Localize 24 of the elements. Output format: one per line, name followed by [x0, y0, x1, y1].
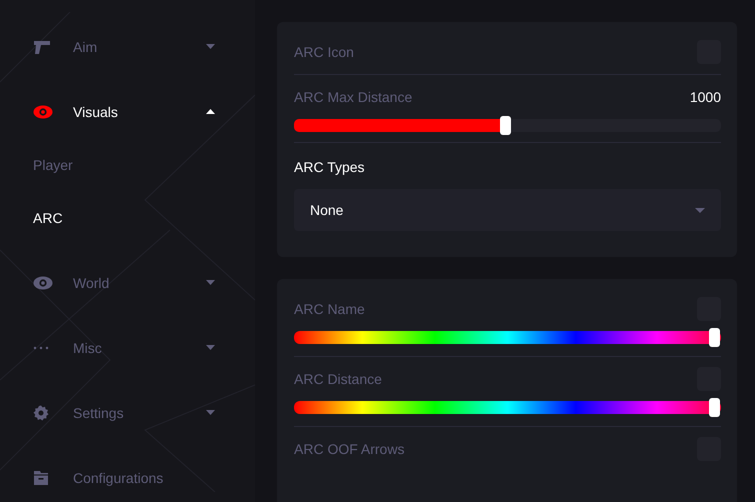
- submenu-item[interactable]: ARC: [0, 191, 63, 244]
- nav-item[interactable]: Configurations: [0, 445, 230, 502]
- option-label: ARC Distance: [294, 371, 382, 387]
- nav-item[interactable]: World: [0, 250, 230, 315]
- eye-icon: [33, 276, 53, 290]
- option-label: ARC OOF Arrows: [294, 441, 404, 457]
- slider-thumb[interactable]: [709, 398, 720, 417]
- nav-item[interactable]: Misc: [0, 315, 230, 380]
- slider-value: 1000: [690, 89, 721, 105]
- dropdown[interactable]: None: [294, 189, 721, 231]
- settings-icon: [33, 404, 49, 420]
- slider-thumb[interactable]: [500, 116, 510, 135]
- option-label: ARC Icon: [294, 44, 354, 60]
- nav-item[interactable]: Aim: [0, 14, 230, 79]
- option-label: ARC Types: [294, 159, 366, 175]
- nav-item[interactable]: Settings: [0, 380, 230, 445]
- eye-icon: [33, 104, 53, 118]
- caret-icon: [695, 208, 705, 212]
- pistol-icon: [33, 38, 51, 54]
- folder-icon: [33, 470, 49, 486]
- slider-thumb[interactable]: [709, 328, 720, 347]
- dots-icon: [33, 346, 49, 350]
- option-label: ARC Name: [294, 301, 365, 317]
- option-label: ARC Max Distance: [294, 89, 412, 105]
